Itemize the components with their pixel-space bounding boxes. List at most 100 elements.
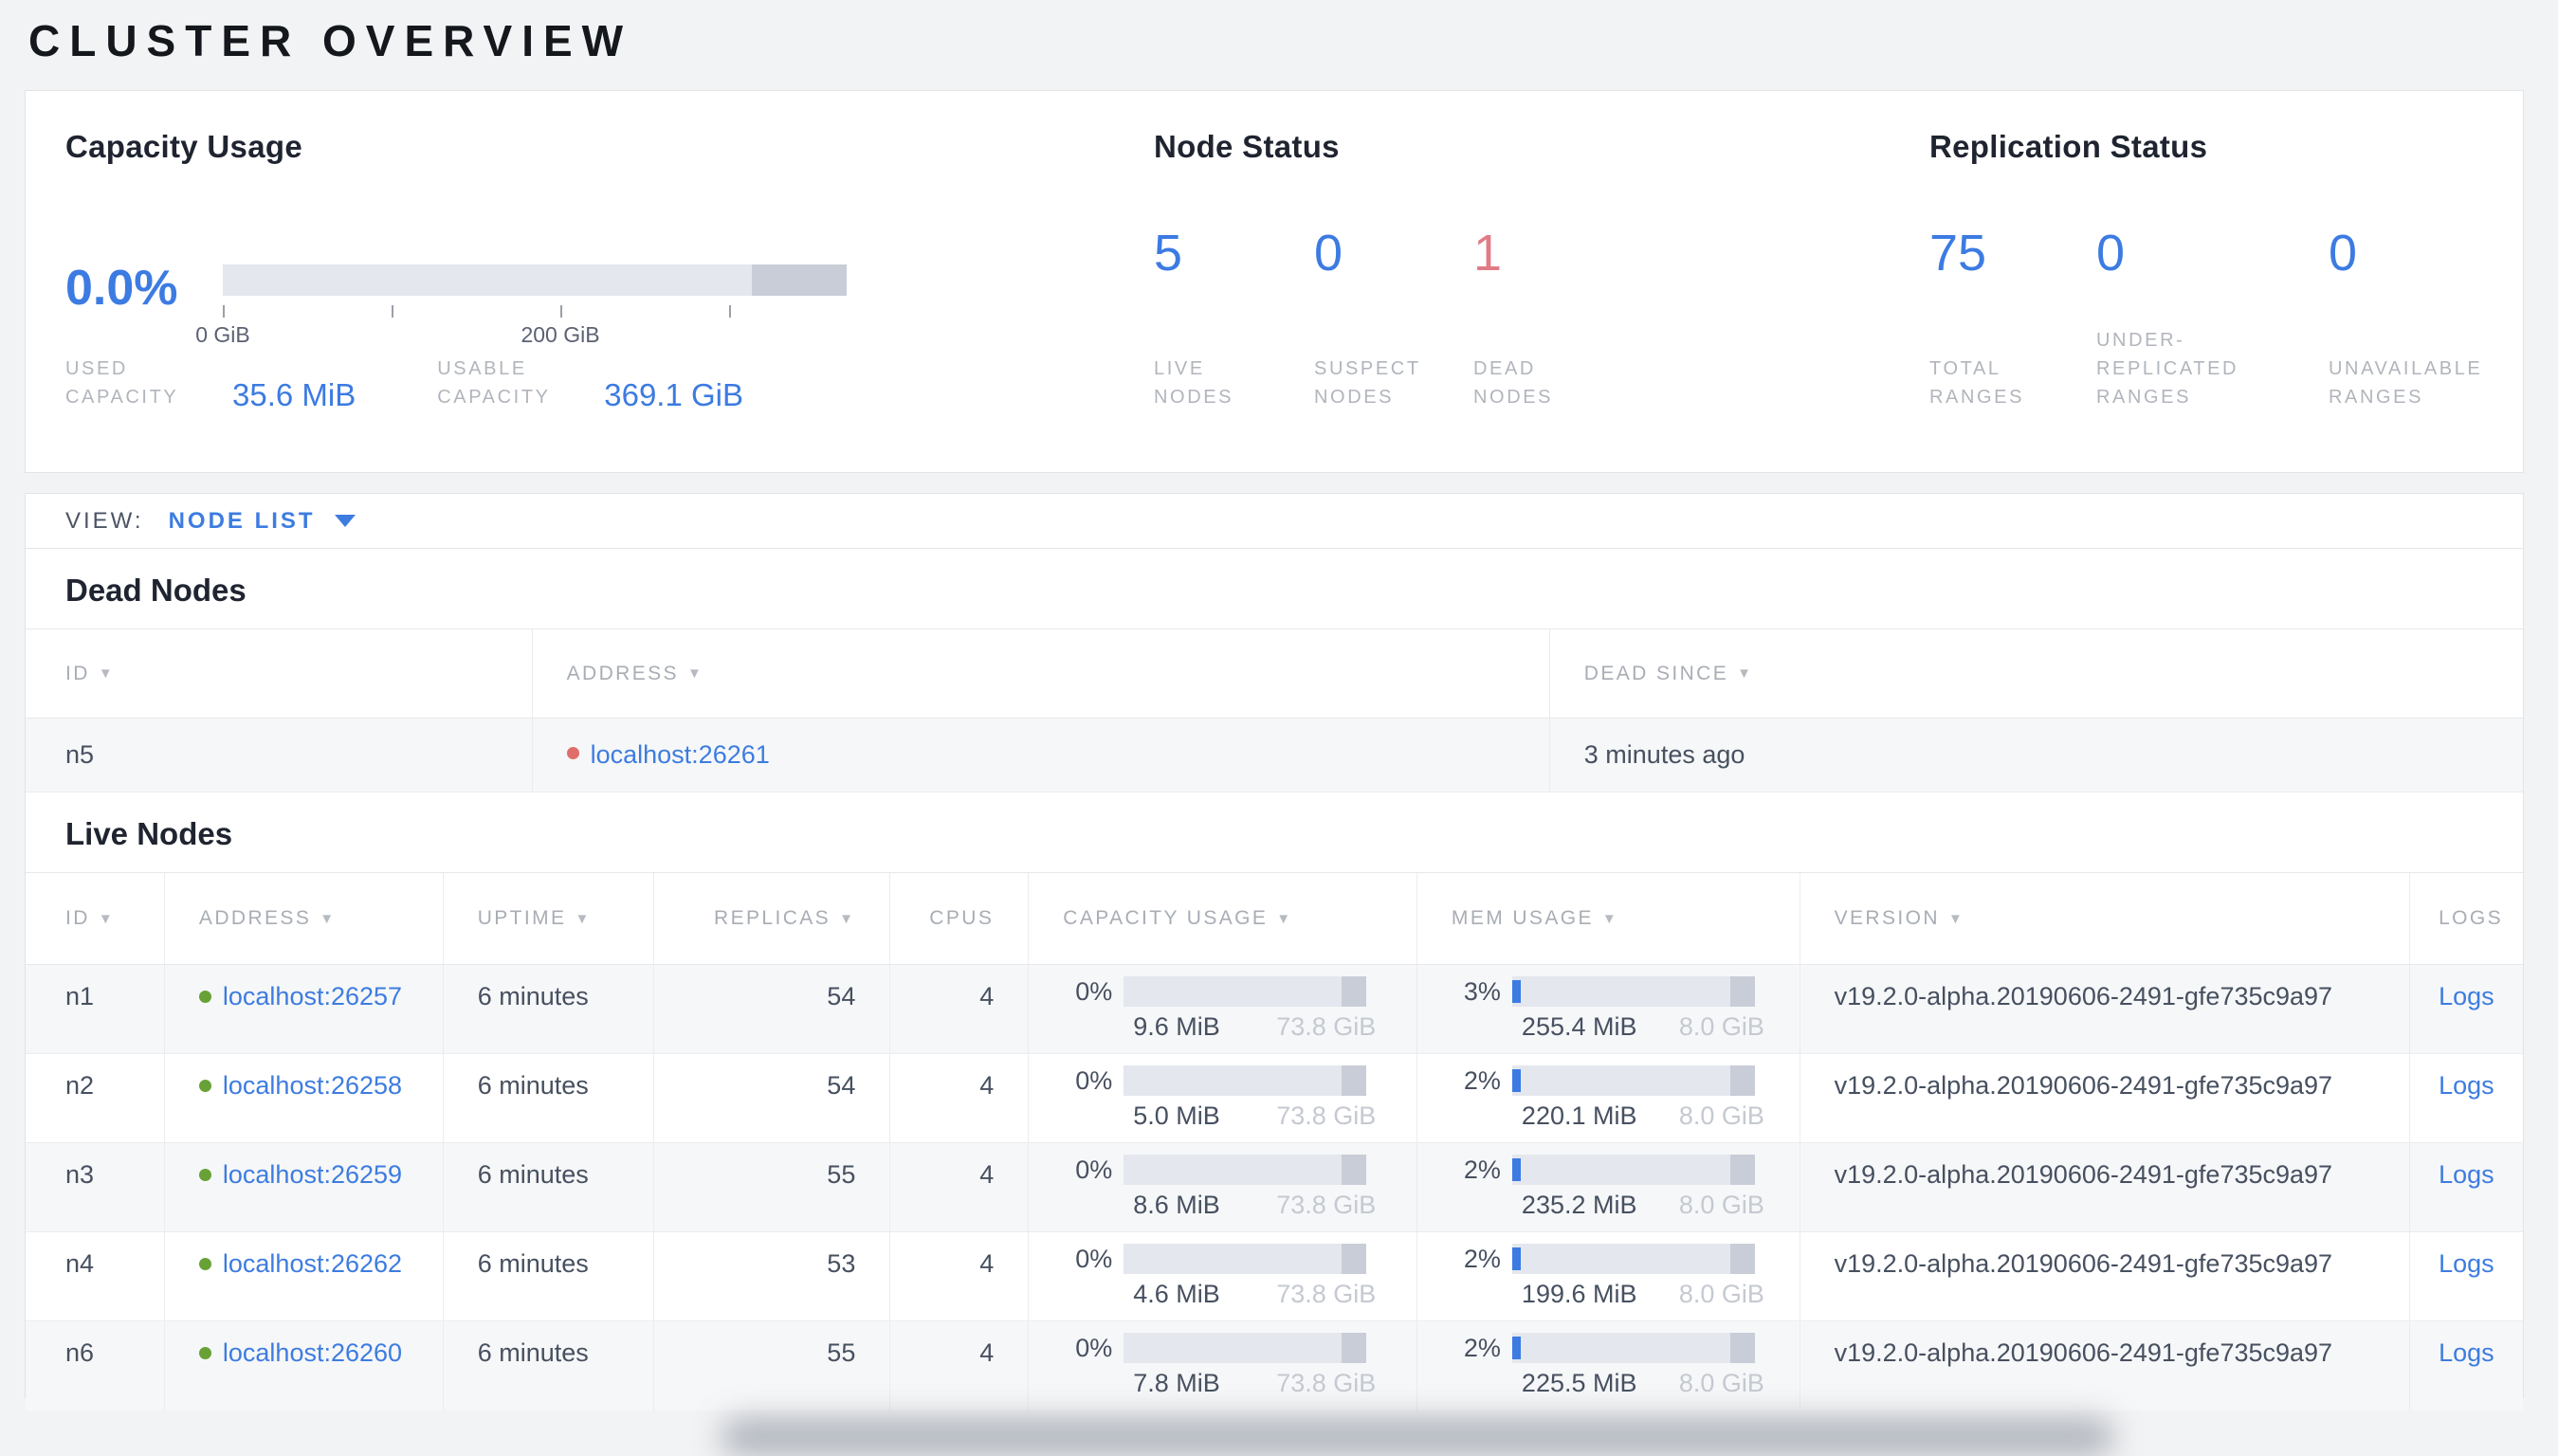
sort-arrow-icon: ▼: [686, 665, 704, 682]
node-replicas: 55: [652, 1143, 890, 1231]
live-status-dot-icon: [198, 991, 211, 1003]
total-ranges-count: 75: [1929, 225, 1987, 282]
sort-arrow-icon: ▼: [320, 910, 337, 927]
dead-col-header-dead-since[interactable]: DEAD SINCE ▼: [1548, 629, 2523, 718]
under-replicated-ranges-metric: 0 UNDER-REPLICATED RANGES: [2096, 224, 2329, 411]
dead-nodes-count: 1: [1473, 225, 1503, 282]
dead-nodes-table: ID ▼ ADDRESS ▼ DEAD SINCE ▼ n5 localhost:26…: [26, 628, 2523, 792]
suspect-nodes-count: 0: [1314, 225, 1343, 282]
live-nodes-count: 5: [1154, 225, 1183, 282]
dead-nodes-metric: 1 DEAD NODES: [1473, 224, 1625, 411]
live-col-header-address[interactable]: ADDRESS ▼: [163, 873, 443, 964]
total-ranges-label: TOTAL RANGES: [1929, 358, 2025, 408]
mem-usage-bar: [1511, 1155, 1755, 1185]
view-selector[interactable]: NODE LIST: [169, 508, 356, 535]
logs-link[interactable]: Logs: [2439, 982, 2494, 1010]
logs-link[interactable]: Logs: [2439, 1160, 2494, 1189]
dead-nodes-label: DEAD NODES: [1473, 358, 1554, 408]
col-label: ADDRESS: [566, 662, 679, 684]
capacity-usage-bar: [1124, 1155, 1367, 1185]
capacity-axis-ticks: [223, 305, 847, 318]
live-nodes-label: LIVE NODES: [1154, 358, 1234, 408]
node-uptime: 6 minutes: [442, 1321, 653, 1410]
live-node-row: n2 localhost:26258 6 minutes 54 4 0% 5.0…: [26, 1054, 2523, 1143]
live-status-dot-icon: [198, 1080, 211, 1092]
sort-arrow-icon: ▼: [1947, 910, 1965, 927]
node-mem-usage-cell: 2% 235.2 MiB 8.0 GiB: [1416, 1143, 1800, 1231]
live-col-header-id[interactable]: ID ▼: [26, 873, 164, 964]
replication-status-section: Replication Status 75 TOTAL RANGES 0 UND…: [1929, 129, 2517, 411]
capacity-usage-bar: [1124, 976, 1367, 1007]
node-cpus: 4: [889, 1232, 1028, 1320]
live-col-header-replicas[interactable]: REPLICAS ▼: [652, 873, 890, 964]
node-replicas: 54: [652, 965, 890, 1053]
node-capacity-usage-cell: 0% 7.8 MiB 73.8 GiB: [1028, 1321, 1416, 1410]
unavailable-ranges-count: 0: [2329, 225, 2358, 282]
live-col-header-uptime[interactable]: UPTIME ▼: [442, 873, 653, 964]
page-title: CLUSTER OVERVIEW: [28, 16, 633, 65]
node-replicas: 53: [652, 1232, 890, 1320]
node-uptime: 6 minutes: [442, 1143, 653, 1231]
under-replicated-ranges-count: 0: [2096, 225, 2126, 282]
node-mem-usage-cell: 2% 199.6 MiB 8.0 GiB: [1416, 1232, 1800, 1320]
dead-col-header-address[interactable]: ADDRESS ▼: [531, 629, 1549, 718]
sort-arrow-icon: ▼: [575, 910, 592, 927]
live-nodes-metric: 5 LIVE NODES: [1154, 224, 1314, 411]
dead-node-dead-since: 3 minutes ago: [1548, 719, 2523, 792]
live-node-row: n6 localhost:26260 6 minutes 55 4 0% 7.8…: [26, 1321, 2523, 1410]
capacity-bar-chart: 0 GiB 200 GiB: [195, 264, 847, 351]
mem-usage-bar: [1511, 1065, 1755, 1096]
capacity-used-percent: 0.0%: [65, 261, 178, 316]
dead-nodes-header-row: ID ▼ ADDRESS ▼ DEAD SINCE ▼: [26, 628, 2523, 719]
node-cpus: 4: [889, 1143, 1028, 1231]
sort-arrow-icon: ▼: [1737, 665, 1754, 682]
chevron-down-icon: [334, 515, 356, 527]
live-col-header-capacity-usage[interactable]: CAPACITY USAGE ▼: [1028, 873, 1416, 964]
node-address-link[interactable]: localhost:26260: [223, 1338, 402, 1367]
col-label: ID: [65, 662, 90, 684]
node-address-link[interactable]: localhost:26257: [223, 982, 402, 1010]
node-uptime: 6 minutes: [442, 1232, 653, 1320]
node-id: n4: [65, 1249, 95, 1278]
capacity-usage-bar: [1124, 1244, 1367, 1274]
dead-nodes-heading: Dead Nodes: [65, 573, 247, 608]
logs-link[interactable]: Logs: [2439, 1338, 2494, 1367]
live-col-header-version[interactable]: VERSION ▼: [1799, 873, 2409, 964]
node-version: v19.2.0-alpha.20190606-2491-gfe735c9a97: [1799, 1321, 2409, 1410]
dead-status-dot-icon: [566, 747, 579, 759]
node-address-link[interactable]: localhost:26258: [223, 1071, 402, 1100]
node-version: v19.2.0-alpha.20190606-2491-gfe735c9a97: [1799, 1054, 2409, 1142]
axis-tick-label-200: 200 GiB: [521, 322, 600, 347]
node-version: v19.2.0-alpha.20190606-2491-gfe735c9a97: [1799, 1232, 2409, 1320]
live-nodes-heading: Live Nodes: [65, 816, 233, 851]
live-node-row: n1 localhost:26257 6 minutes 54 4 0% 9.6…: [26, 965, 2523, 1054]
live-status-dot-icon: [198, 1347, 211, 1359]
live-col-header-mem-usage[interactable]: MEM USAGE ▼: [1416, 873, 1800, 964]
total-ranges-metric: 75 TOTAL RANGES: [1929, 224, 2096, 411]
node-id: n2: [65, 1071, 95, 1100]
capacity-usage-title: Capacity Usage: [65, 129, 302, 164]
live-col-header-cpus[interactable]: CPUS: [889, 873, 1028, 964]
node-mem-usage-cell: 3% 255.4 MiB 8.0 GiB: [1416, 965, 1800, 1053]
logs-link[interactable]: Logs: [2439, 1249, 2494, 1278]
replication-status-title: Replication Status: [1929, 129, 2208, 164]
node-cpus: 4: [889, 965, 1028, 1053]
dead-node-address-link[interactable]: localhost:26261: [591, 740, 770, 770]
capacity-bar: [223, 264, 847, 296]
node-address-link[interactable]: localhost:26259: [223, 1160, 402, 1189]
dead-node-address-cell: localhost:26261: [531, 719, 1549, 792]
view-bar: VIEW: NODE LIST: [26, 494, 2523, 549]
node-id: n6: [65, 1338, 95, 1367]
node-address-cell: localhost:26257: [163, 965, 443, 1053]
dead-node-row: n5 localhost:26261 3 minutes ago: [26, 719, 2523, 792]
node-address-link[interactable]: localhost:26262: [223, 1249, 402, 1278]
node-capacity-usage-cell: 0% 8.6 MiB 73.8 GiB: [1028, 1143, 1416, 1231]
dead-col-header-id[interactable]: ID ▼: [26, 629, 532, 718]
capacity-bar-dark-segment: [752, 264, 847, 296]
node-mem-usage-cell: 2% 225.5 MiB 8.0 GiB: [1416, 1321, 1800, 1410]
live-nodes-header-row: ID ▼ ADDRESS ▼ UPTIME ▼ REPLICAS ▼ CPUS CAPA…: [26, 872, 2523, 965]
node-mem-usage-cell: 2% 220.1 MiB 8.0 GiB: [1416, 1054, 1800, 1142]
node-capacity-usage-cell: 0% 4.6 MiB 73.8 GiB: [1028, 1232, 1416, 1320]
logs-link[interactable]: Logs: [2439, 1071, 2494, 1100]
node-replicas: 55: [652, 1321, 890, 1410]
